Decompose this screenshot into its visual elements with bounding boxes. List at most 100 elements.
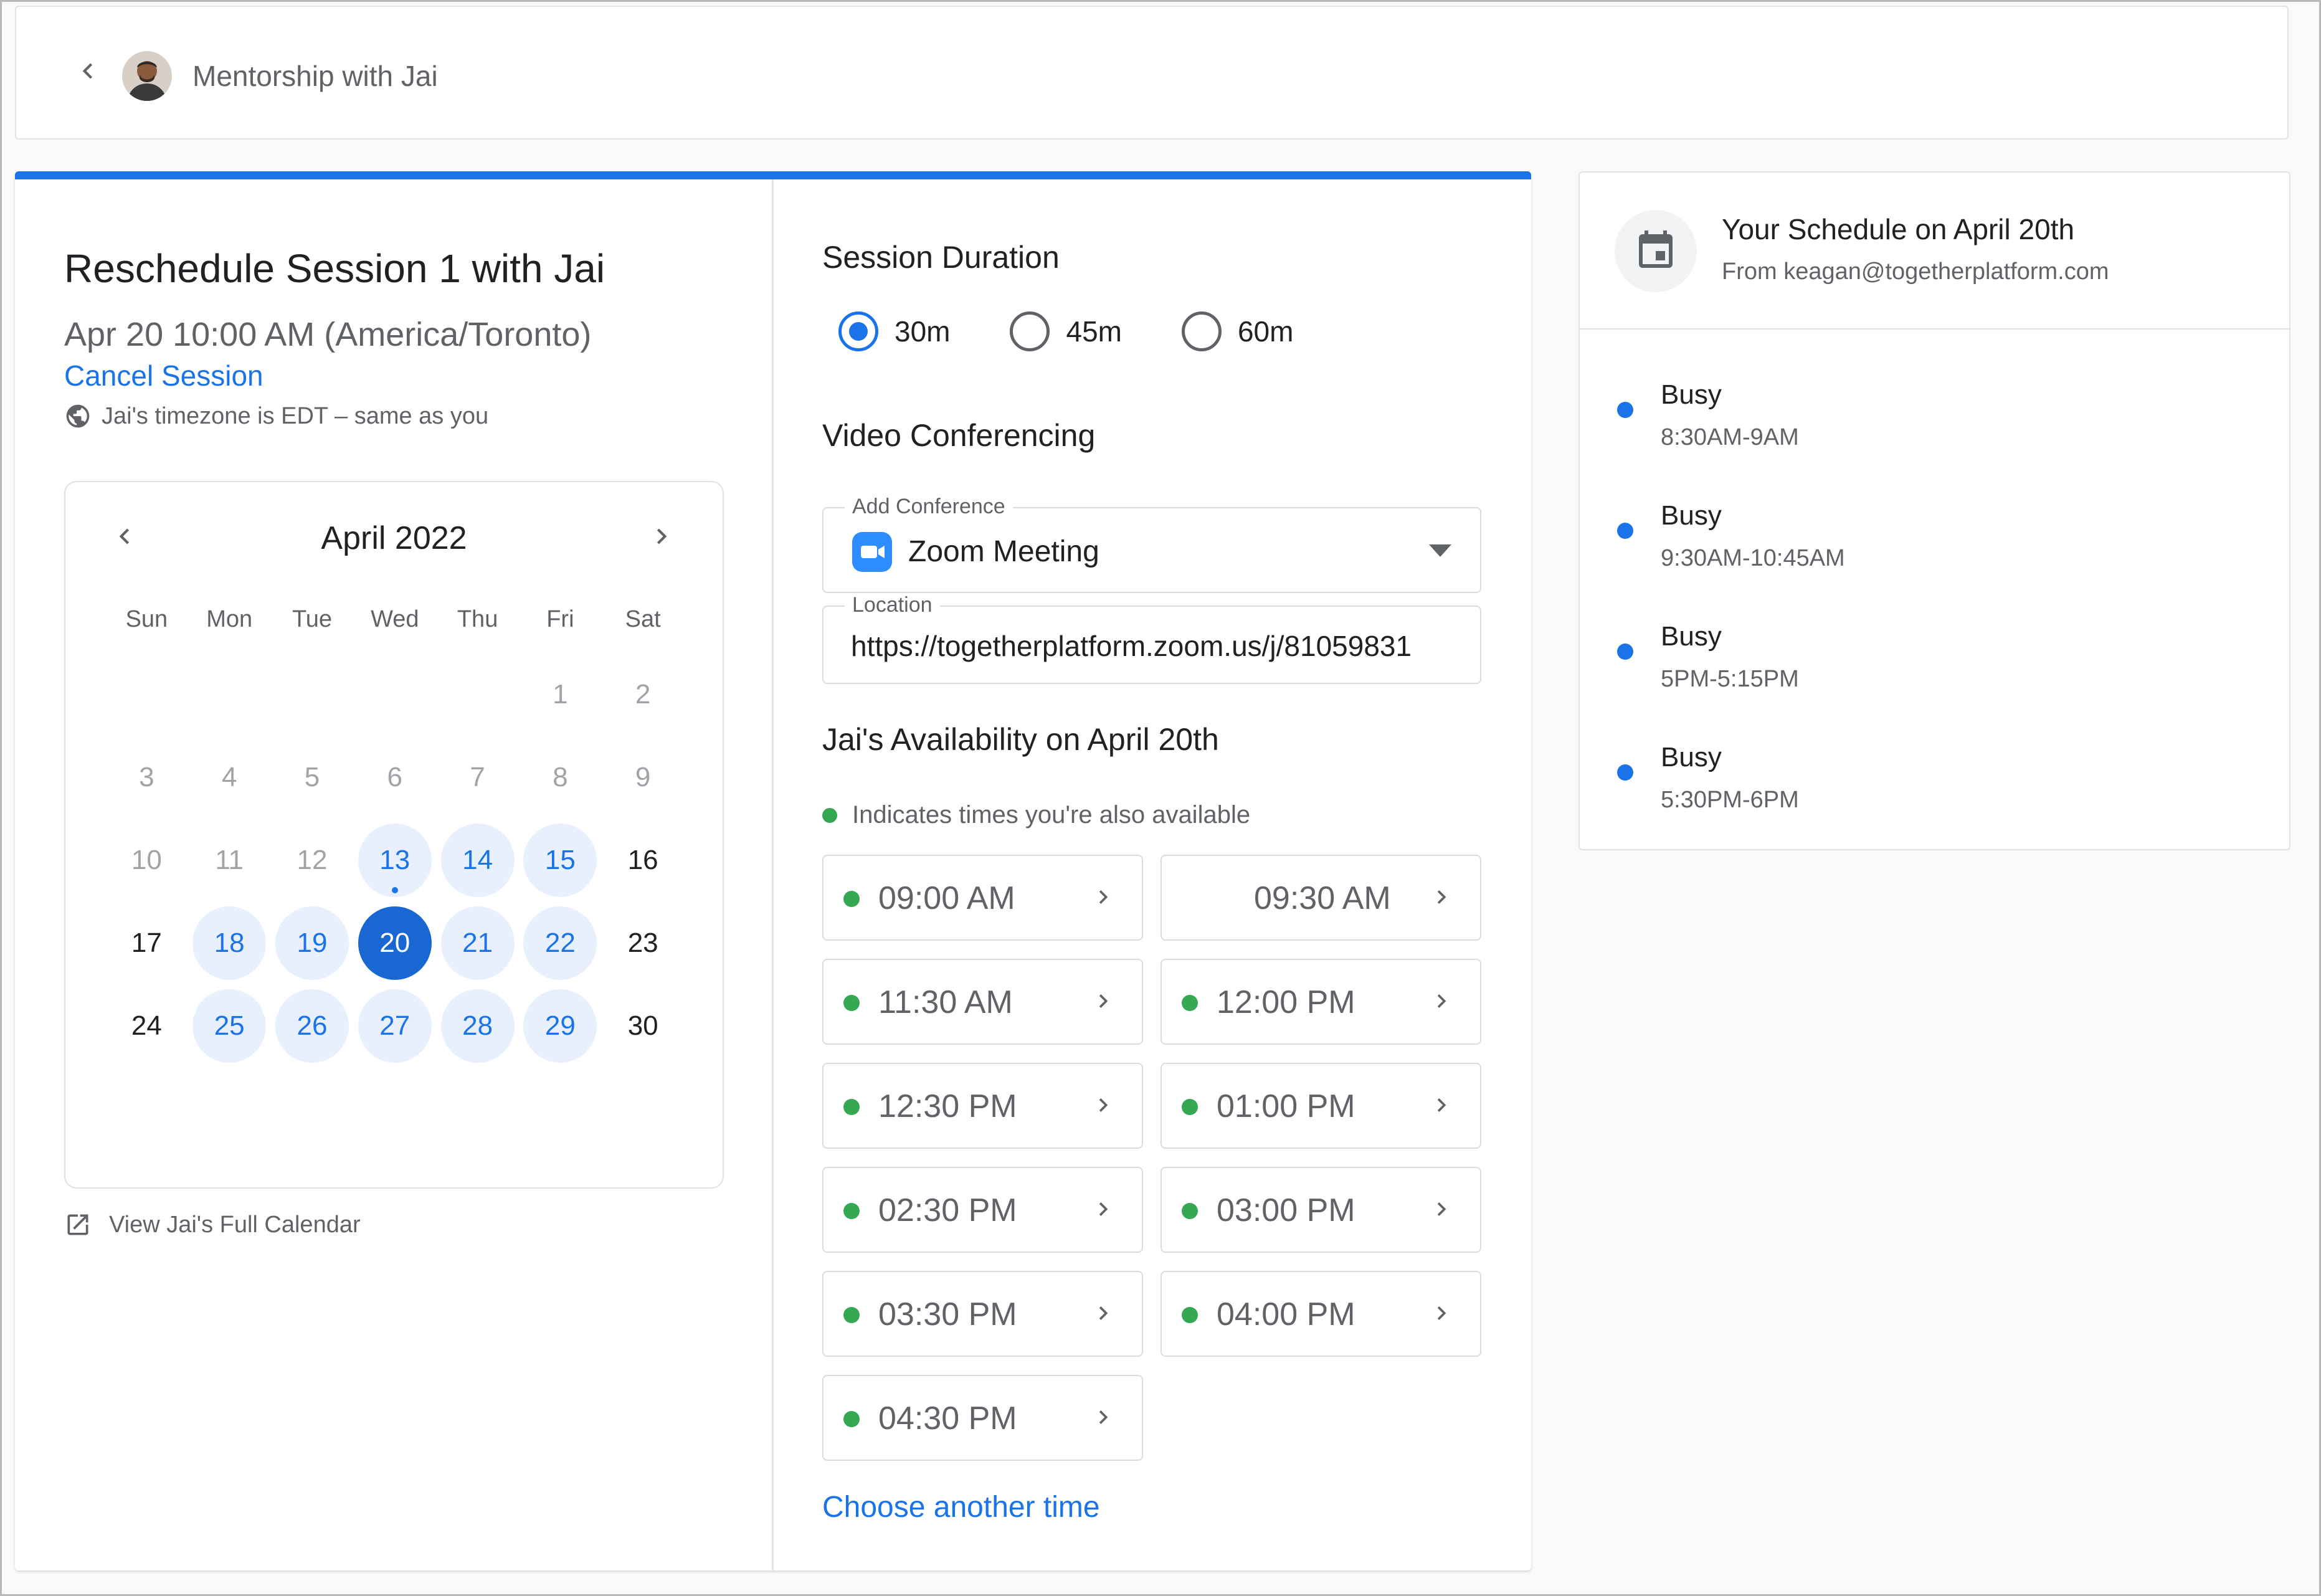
session-datetime: Apr 20 10:00 AM (America/Toronto) xyxy=(64,316,592,353)
calendar-day: 10 xyxy=(110,824,183,897)
time-slot-button[interactable]: 09:30 AM xyxy=(1160,855,1481,941)
view-full-calendar-link[interactable]: View Jai's Full Calendar xyxy=(64,1211,361,1238)
schedule-source: From keagan@togetherplatform.com xyxy=(1722,259,2109,285)
time-slot-button[interactable]: 01:00 PM xyxy=(1160,1063,1481,1149)
availability-title: Jai's Availability on April 20th xyxy=(822,722,1219,757)
weekday-text: Sun xyxy=(125,606,168,632)
calendar-day-number: 29 xyxy=(544,1010,576,1041)
busy-status: Busy xyxy=(1661,500,1722,531)
calendar-day[interactable]: 15 xyxy=(523,823,597,897)
calendar-day-number: 11 xyxy=(215,844,244,875)
back-chevron-icon[interactable] xyxy=(72,55,103,87)
duration-label: 45m xyxy=(1066,315,1122,348)
weekday-text: Mon xyxy=(206,606,253,632)
calendar-day[interactable]: 18 xyxy=(192,906,267,980)
calendar-cell: 28 xyxy=(436,989,519,1063)
weekday-label: Mon xyxy=(188,606,271,633)
weekday-text: Tue xyxy=(292,606,333,632)
calendar-day: 24 xyxy=(110,989,183,1063)
schedule-title: Your Schedule on April 20th xyxy=(1722,213,2075,245)
time-slot-label: 04:00 PM xyxy=(1217,1296,1355,1332)
time-slot-button[interactable]: 04:00 PM xyxy=(1160,1271,1481,1357)
conference-select[interactable]: Add Conference Zoom Meeting xyxy=(822,495,1481,593)
mutual-availability-dot-icon xyxy=(843,1203,860,1219)
calendar-day[interactable]: 28 xyxy=(440,989,515,1063)
time-slot-button[interactable]: 04:30 PM xyxy=(822,1375,1143,1461)
calendar-cell: 2 xyxy=(602,658,685,731)
calendar-cell: 7 xyxy=(436,741,519,814)
location-field[interactable]: Location https://togetherplatform.zoom.u… xyxy=(822,593,1481,684)
duration-label: 30m xyxy=(895,315,951,348)
chevron-right-icon xyxy=(1099,890,1108,904)
calendar-day: 1 xyxy=(523,658,597,731)
calendar-day: 8 xyxy=(523,741,597,814)
busy-time: 5:30PM-6PM xyxy=(1661,787,1799,813)
calendar-cell: 1 xyxy=(519,658,602,731)
calendar-cell: 4 xyxy=(188,741,271,814)
calendar-day[interactable]: 25 xyxy=(192,989,267,1063)
availability-legend-text: Indicates times you're also available xyxy=(852,801,1251,829)
calendar-cell: 18 xyxy=(188,906,271,980)
weekday-text: Sat xyxy=(625,606,661,632)
calendar-day: 11 xyxy=(192,824,266,897)
schedule-divider xyxy=(1580,328,2289,330)
chevron-right-icon xyxy=(1099,1098,1108,1112)
mutual-availability-dot-icon xyxy=(843,1307,860,1323)
calendar-day[interactable]: 26 xyxy=(275,989,349,1063)
time-slot-label: 12:00 PM xyxy=(1217,984,1355,1020)
calendar-day[interactable]: 27 xyxy=(358,989,432,1063)
time-slot-button[interactable]: 11:30 AM xyxy=(822,959,1143,1045)
calendar-day-number: 6 xyxy=(387,761,403,792)
calendar-cell: 13 xyxy=(353,823,436,897)
cancel-session-link[interactable]: Cancel Session xyxy=(64,359,263,392)
calendar-day: 5 xyxy=(275,741,349,814)
calendar-day-number: 26 xyxy=(297,1010,328,1041)
weekday-label: Sun xyxy=(105,606,188,633)
chevron-right-icon xyxy=(1437,1306,1446,1320)
time-slot-button[interactable]: 03:30 PM xyxy=(822,1271,1143,1357)
calendar-day-selected[interactable]: 20 xyxy=(358,906,432,980)
calendar-day[interactable]: 29 xyxy=(523,989,597,1063)
calendar-day[interactable]: 21 xyxy=(440,906,515,980)
calendar-day-number: 2 xyxy=(635,678,651,710)
chevron-right-icon xyxy=(1437,890,1446,904)
busy-time: 5PM-5:15PM xyxy=(1661,666,1799,692)
mutual-availability-dot-icon xyxy=(843,1411,860,1427)
weekday-header: Sun Mon Tue Wed Thu Fri Sat xyxy=(105,601,685,638)
time-slot-label: 02:30 PM xyxy=(878,1192,1017,1228)
time-slot-button[interactable]: 12:00 PM xyxy=(1160,959,1481,1045)
busy-dot-icon xyxy=(1617,644,1633,660)
calendar-day: 6 xyxy=(358,741,432,814)
choose-another-time-link[interactable]: Choose another time xyxy=(822,1490,1100,1524)
calendar-day-number: 16 xyxy=(627,844,658,875)
calendar-grid: Sun Mon Tue Wed Thu Fri Sat 1 2 3 4 5 6 7 8 9 10 11 12 13 14… xyxy=(105,601,685,1067)
timezone-note: Jai's timezone is EDT – same as you xyxy=(64,402,488,430)
time-slot-button[interactable]: 03:00 PM xyxy=(1160,1167,1481,1253)
mutual-availability-dot-icon xyxy=(1182,995,1198,1011)
weekday-text: Thu xyxy=(457,606,498,632)
next-month-icon[interactable] xyxy=(646,521,677,552)
calendar-day: 17 xyxy=(110,906,183,980)
location-value: https://togetherplatform.zoom.us/j/81059… xyxy=(851,630,1412,662)
duration-radio-3[interactable]: 60m xyxy=(1181,311,1293,351)
calendar-icon-wrapper xyxy=(1615,210,1697,292)
duration-radio-2[interactable]: 45m xyxy=(1010,311,1122,351)
calendar-day: 30 xyxy=(606,989,680,1063)
time-slot-button[interactable]: 12:30 PM xyxy=(822,1063,1143,1149)
calendar-cell: 29 xyxy=(519,989,602,1063)
duration-radio-1[interactable]: 30m xyxy=(838,311,950,351)
calendar-month-label: April 2022 xyxy=(321,520,467,556)
time-slot-button[interactable]: 09:00 AM xyxy=(822,855,1143,941)
calendar-day[interactable]: 13 xyxy=(358,823,432,897)
calendar-day[interactable]: 14 xyxy=(440,823,515,897)
time-slot-label: 03:30 PM xyxy=(878,1296,1017,1332)
calendar-day[interactable]: 19 xyxy=(275,906,349,980)
chevron-right-icon xyxy=(1099,1410,1108,1424)
view-full-calendar-label: View Jai's Full Calendar xyxy=(109,1211,361,1238)
busy-event: Busy 8:30AM-9AM xyxy=(1580,359,2289,453)
date-picker: April 2022 Sun Mon Tue Wed Thu Fri Sat 1 2 3 4 5 6 7 8… xyxy=(64,481,724,1189)
calendar-day-number: 10 xyxy=(131,844,162,875)
busy-time: 9:30AM-10:45AM xyxy=(1661,545,1845,571)
time-slot-button[interactable]: 02:30 PM xyxy=(822,1167,1143,1253)
calendar-day[interactable]: 22 xyxy=(523,906,597,980)
